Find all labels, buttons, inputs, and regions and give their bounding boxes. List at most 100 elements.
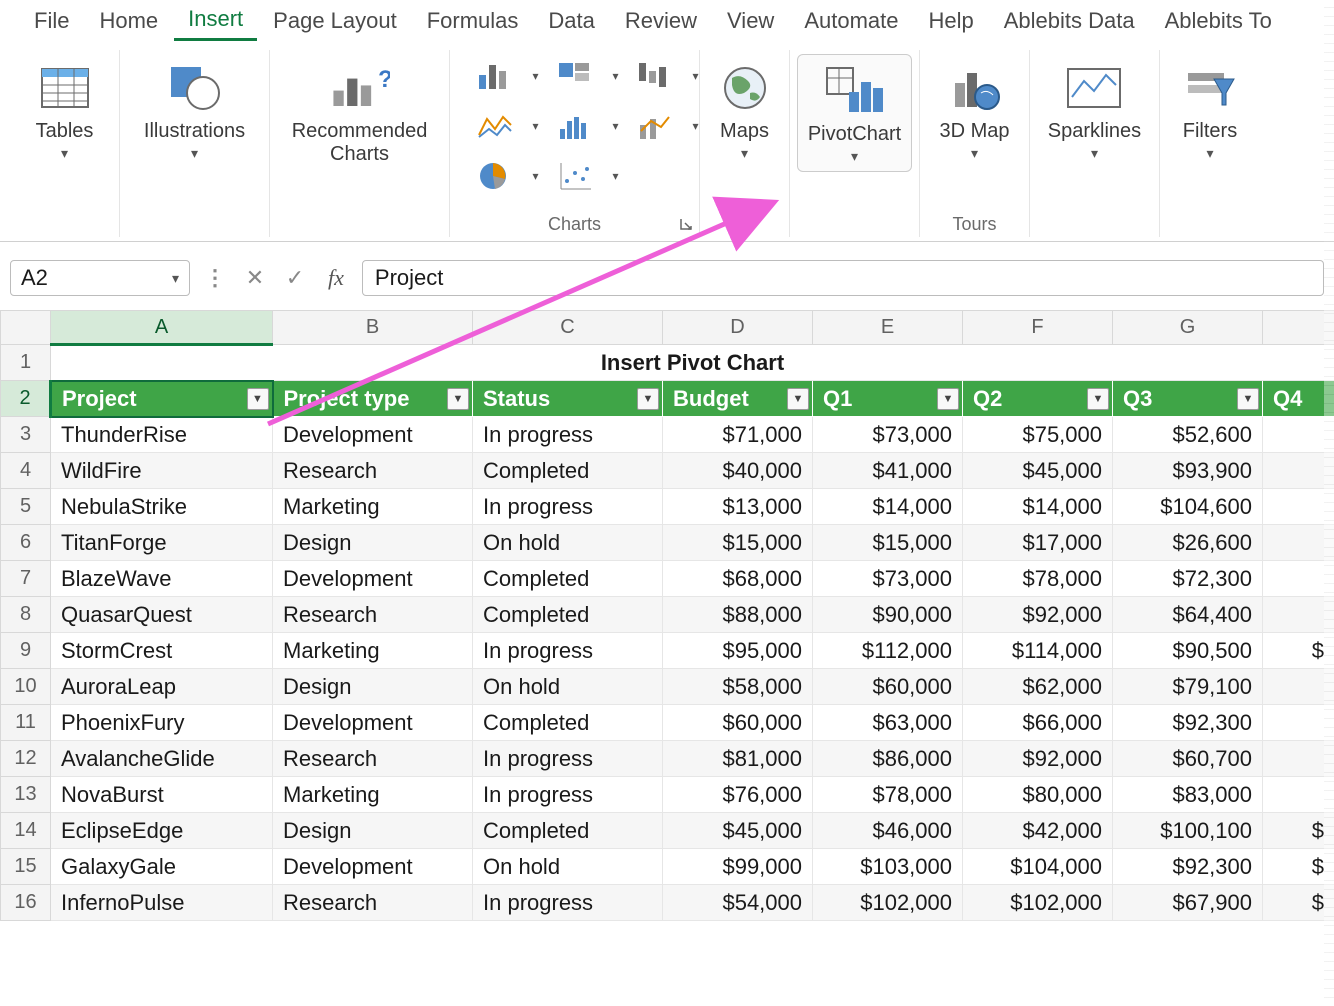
- cell-q1[interactable]: $73,000: [813, 417, 963, 453]
- filter-dropdown-icon[interactable]: ▼: [937, 388, 959, 410]
- statistic-chart-button[interactable]: ▾: [545, 104, 605, 148]
- select-all-button[interactable]: [1, 311, 51, 345]
- tab-view[interactable]: View: [713, 2, 788, 40]
- table-row[interactable]: 8QuasarQuestResearchCompleted$88,000$90,…: [1, 597, 1334, 633]
- cell-project-type[interactable]: Design: [273, 669, 473, 705]
- column-header-G[interactable]: G: [1113, 311, 1263, 345]
- cancel-formula-button[interactable]: ✕: [240, 265, 270, 291]
- column-header-E[interactable]: E: [813, 311, 963, 345]
- cell-project[interactable]: EclipseEdge: [51, 813, 273, 849]
- cell-q1[interactable]: $90,000: [813, 597, 963, 633]
- cell-status[interactable]: Completed: [473, 561, 663, 597]
- tables-button[interactable]: Tables ▾: [29, 54, 101, 166]
- cell-q2[interactable]: $14,000: [963, 489, 1113, 525]
- cell-q3[interactable]: $26,600: [1113, 525, 1263, 561]
- cell-project[interactable]: GalaxyGale: [51, 849, 273, 885]
- cell-q1[interactable]: $41,000: [813, 453, 963, 489]
- cell-project-type[interactable]: Development: [273, 705, 473, 741]
- table-row[interactable]: 6TitanForgeDesignOn hold$15,000$15,000$1…: [1, 525, 1334, 561]
- maps-button[interactable]: Maps ▾: [709, 54, 781, 166]
- cell-budget[interactable]: $60,000: [663, 705, 813, 741]
- cell-status[interactable]: In progress: [473, 777, 663, 813]
- cell-q2[interactable]: $92,000: [963, 741, 1113, 777]
- cell-project-type[interactable]: Marketing: [273, 633, 473, 669]
- row-header[interactable]: 5: [1, 489, 51, 525]
- row-header[interactable]: 9: [1, 633, 51, 669]
- table-row[interactable]: 15GalaxyGaleDevelopmentOn hold$99,000$10…: [1, 849, 1334, 885]
- table-header-project[interactable]: Project▼: [51, 381, 273, 417]
- cell-budget[interactable]: $45,000: [663, 813, 813, 849]
- cell-status[interactable]: Completed: [473, 597, 663, 633]
- cell-q1[interactable]: $103,000: [813, 849, 963, 885]
- table-header-project-type[interactable]: Project type▼: [273, 381, 473, 417]
- cell-project[interactable]: ThunderRise: [51, 417, 273, 453]
- cell-q2[interactable]: $17,000: [963, 525, 1113, 561]
- cell-q2[interactable]: $78,000: [963, 561, 1113, 597]
- sparklines-button[interactable]: Sparklines ▾: [1042, 54, 1147, 166]
- table-header-q3[interactable]: Q3▼: [1113, 381, 1263, 417]
- cell-q1[interactable]: $86,000: [813, 741, 963, 777]
- cell-project-type[interactable]: Marketing: [273, 777, 473, 813]
- cell-project[interactable]: StormCrest: [51, 633, 273, 669]
- cell-status[interactable]: In progress: [473, 489, 663, 525]
- cell-status[interactable]: Completed: [473, 453, 663, 489]
- table-row[interactable]: 14EclipseEdgeDesignCompleted$45,000$46,0…: [1, 813, 1334, 849]
- cell-project-type[interactable]: Design: [273, 525, 473, 561]
- tab-insert[interactable]: Insert: [174, 0, 257, 41]
- filter-dropdown-icon[interactable]: ▼: [637, 388, 659, 410]
- cell-project[interactable]: AuroraLeap: [51, 669, 273, 705]
- cell-project[interactable]: InfernoPulse: [51, 885, 273, 921]
- cell-project-type[interactable]: Research: [273, 597, 473, 633]
- cell-q3[interactable]: $92,300: [1113, 849, 1263, 885]
- 3d-map-button[interactable]: 3D Map ▾: [933, 54, 1015, 166]
- cell-q1[interactable]: $60,000: [813, 669, 963, 705]
- tab-ablebits-data[interactable]: Ablebits Data: [990, 2, 1149, 40]
- table-header-status[interactable]: Status▼: [473, 381, 663, 417]
- cell-q3[interactable]: $83,000: [1113, 777, 1263, 813]
- combo-chart-button[interactable]: ▾: [625, 104, 685, 148]
- scatter-chart-button[interactable]: ▾: [545, 154, 605, 198]
- cell-project-type[interactable]: Research: [273, 741, 473, 777]
- cell-budget[interactable]: $68,000: [663, 561, 813, 597]
- cell-status[interactable]: In progress: [473, 741, 663, 777]
- cell-project-type[interactable]: Development: [273, 849, 473, 885]
- fx-icon[interactable]: fx: [320, 265, 352, 291]
- cell-q2[interactable]: $62,000: [963, 669, 1113, 705]
- column-header-C[interactable]: C: [473, 311, 663, 345]
- cell-q1[interactable]: $15,000: [813, 525, 963, 561]
- cell-q2[interactable]: $45,000: [963, 453, 1113, 489]
- cell-budget[interactable]: $58,000: [663, 669, 813, 705]
- cell-budget[interactable]: $99,000: [663, 849, 813, 885]
- cell-q3[interactable]: $60,700: [1113, 741, 1263, 777]
- cell-q1[interactable]: $63,000: [813, 705, 963, 741]
- table-header-budget[interactable]: Budget▼: [663, 381, 813, 417]
- cell-status[interactable]: In progress: [473, 417, 663, 453]
- cell-q1[interactable]: $14,000: [813, 489, 963, 525]
- row-header[interactable]: 3: [1, 417, 51, 453]
- table-row[interactable]: 13NovaBurstMarketingIn progress$76,000$7…: [1, 777, 1334, 813]
- cell-project-type[interactable]: Marketing: [273, 489, 473, 525]
- table-row[interactable]: 5NebulaStrikeMarketingIn progress$13,000…: [1, 489, 1334, 525]
- row-header[interactable]: 10: [1, 669, 51, 705]
- row-header[interactable]: 6: [1, 525, 51, 561]
- recommended-charts-button[interactable]: ? Recommended Charts: [280, 54, 439, 170]
- cell-project[interactable]: WildFire: [51, 453, 273, 489]
- table-header-q1[interactable]: Q1▼: [813, 381, 963, 417]
- cell-status[interactable]: On hold: [473, 669, 663, 705]
- cell-project[interactable]: AvalancheGlide: [51, 741, 273, 777]
- filter-dropdown-icon[interactable]: ▼: [1237, 388, 1259, 410]
- cell-budget[interactable]: $13,000: [663, 489, 813, 525]
- cell-q1[interactable]: $73,000: [813, 561, 963, 597]
- cell-q1[interactable]: $46,000: [813, 813, 963, 849]
- tab-automate[interactable]: Automate: [790, 2, 912, 40]
- tab-file[interactable]: File: [20, 2, 83, 40]
- row-header[interactable]: 12: [1, 741, 51, 777]
- cell-q2[interactable]: $92,000: [963, 597, 1113, 633]
- cell-budget[interactable]: $88,000: [663, 597, 813, 633]
- filter-dropdown-icon[interactable]: ▼: [787, 388, 809, 410]
- table-row[interactable]: 9StormCrestMarketingIn progress$95,000$1…: [1, 633, 1334, 669]
- table-row[interactable]: 10AuroraLeapDesignOn hold$58,000$60,000$…: [1, 669, 1334, 705]
- waterfall-chart-button[interactable]: ▾: [625, 54, 685, 98]
- cell-project-type[interactable]: Development: [273, 417, 473, 453]
- pivotchart-button[interactable]: PivotChart ▾: [797, 54, 912, 172]
